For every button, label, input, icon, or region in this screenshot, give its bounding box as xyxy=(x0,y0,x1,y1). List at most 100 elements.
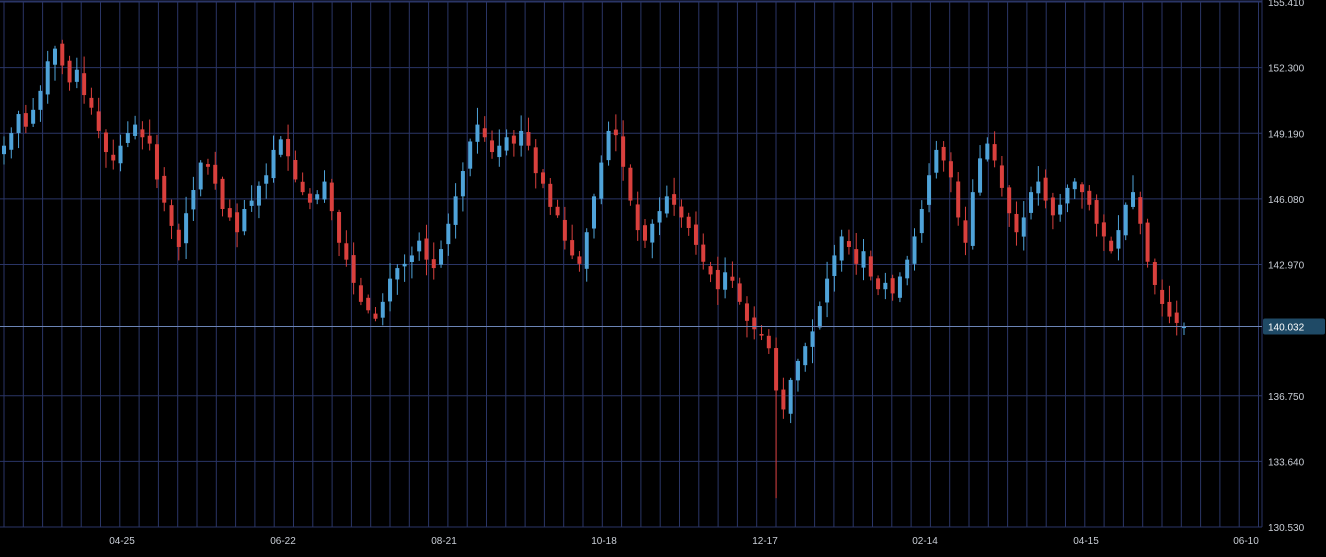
candle-body-up xyxy=(191,190,196,210)
candle-body-down xyxy=(1094,200,1099,224)
candle-body-down xyxy=(541,172,546,184)
candle-body-up xyxy=(919,209,924,234)
candle-body-up xyxy=(1021,217,1026,237)
candle-body-up xyxy=(446,223,451,245)
candle-body-up xyxy=(519,130,524,146)
candle-body-down xyxy=(300,181,305,193)
candle-body-down xyxy=(868,256,873,277)
candle-body-down xyxy=(1014,213,1019,233)
candle-body-down xyxy=(1080,184,1085,193)
candle-body-down xyxy=(526,132,531,146)
x-tick-label: 10-18 xyxy=(591,536,617,547)
candle-body-up xyxy=(322,181,327,200)
candle-body-up xyxy=(934,149,939,173)
candle-body-down xyxy=(963,220,968,243)
candle-body-up xyxy=(409,255,414,262)
candle-body-down xyxy=(562,219,567,241)
current-price-label: 140.032 xyxy=(1268,322,1305,333)
candle-body-down xyxy=(577,256,582,264)
candle-body-down xyxy=(1160,289,1165,304)
candle-body-up xyxy=(985,143,990,160)
candle-body-down xyxy=(227,208,232,218)
candle-body-down xyxy=(686,216,691,228)
candle-body-up xyxy=(1072,181,1077,190)
candle-body-up xyxy=(439,249,444,265)
candle-body-up xyxy=(1036,181,1041,194)
candle-body-up xyxy=(912,236,917,264)
candle-body-down xyxy=(708,266,713,275)
candle-body-down xyxy=(351,255,356,283)
candle-body-down xyxy=(490,140,495,153)
y-tick-label: 146.080 xyxy=(1268,195,1305,206)
y-tick-label: 149.190 xyxy=(1268,129,1305,140)
x-tick-label: 08-21 xyxy=(431,536,457,547)
candle-body-up xyxy=(380,301,385,318)
candle-body-down xyxy=(162,175,167,203)
candle-body-down xyxy=(154,144,159,180)
x-tick-label: 04-15 xyxy=(1073,536,1099,547)
candle-body-down xyxy=(1007,187,1012,214)
candle-body-up xyxy=(395,268,400,280)
candle-body-down xyxy=(103,132,108,153)
candle-body-up xyxy=(788,379,793,414)
candle-body-down xyxy=(235,212,240,233)
candle-body-down xyxy=(956,181,961,218)
candle-body-up xyxy=(45,61,50,95)
candle-body-down xyxy=(1152,262,1157,285)
candle-body-down xyxy=(781,389,786,410)
candle-body-up xyxy=(264,175,269,184)
candle-body-up xyxy=(133,124,138,136)
candle-body-down xyxy=(715,269,720,290)
candle-body-up xyxy=(198,162,203,190)
candle-body-down xyxy=(701,244,706,262)
candle-body-up xyxy=(970,192,975,246)
candle-body-up xyxy=(475,124,480,142)
candle-body-down xyxy=(111,154,116,161)
candle-body-up xyxy=(417,240,422,252)
x-tick-label: 12-17 xyxy=(752,536,778,547)
candle-body-up xyxy=(657,211,662,223)
candle-body-up xyxy=(271,149,276,179)
candle-body-up xyxy=(810,331,815,347)
candle-body-down xyxy=(548,183,553,207)
candle-body-down xyxy=(613,129,618,136)
candle-body-up xyxy=(664,196,669,214)
candle-body-down xyxy=(1138,197,1143,224)
candle-body-down xyxy=(1109,240,1114,252)
candle-body-up xyxy=(927,175,932,205)
candle-body-down xyxy=(23,113,28,127)
candle-body-up xyxy=(1116,230,1121,249)
candle-body-up xyxy=(125,133,130,143)
candle-body-up xyxy=(249,200,254,206)
candle-body-up xyxy=(584,232,589,269)
candle-body-down xyxy=(635,204,640,231)
candle-body-down xyxy=(286,138,291,157)
candle-body-down xyxy=(533,147,538,174)
candle-body-down xyxy=(744,303,749,321)
candle-body-up xyxy=(795,360,800,381)
candle-body-down xyxy=(89,97,94,108)
candle-body-down xyxy=(570,240,575,256)
candle-body-up xyxy=(9,133,14,150)
y-tick-label: 130.530 xyxy=(1268,523,1305,534)
candle-body-up xyxy=(256,185,261,206)
candle-body-down xyxy=(1087,190,1092,205)
candle-body-down xyxy=(344,243,349,260)
candle-body-up xyxy=(52,48,57,65)
candle-body-up xyxy=(905,259,910,279)
candle-body-down xyxy=(482,128,487,138)
candle-body-down xyxy=(96,111,101,131)
candle-body-down xyxy=(511,135,516,144)
candle-body-up xyxy=(861,251,866,268)
candle-body-down xyxy=(693,224,698,245)
candle-body-down xyxy=(999,165,1004,188)
candle-body-up xyxy=(599,162,604,199)
candlestick-chart[interactable]: 140.032 155.410 152.300 149.190 146.080 142.… xyxy=(0,0,1326,557)
x-tick-label: 02-14 xyxy=(912,536,938,547)
candle-body-up xyxy=(118,145,123,164)
candle-body-down xyxy=(1043,177,1048,201)
candle-body-up xyxy=(468,141,473,169)
candle-body-down xyxy=(1050,197,1055,216)
candle-body-down xyxy=(1145,222,1150,262)
candle-body-up xyxy=(315,194,320,200)
